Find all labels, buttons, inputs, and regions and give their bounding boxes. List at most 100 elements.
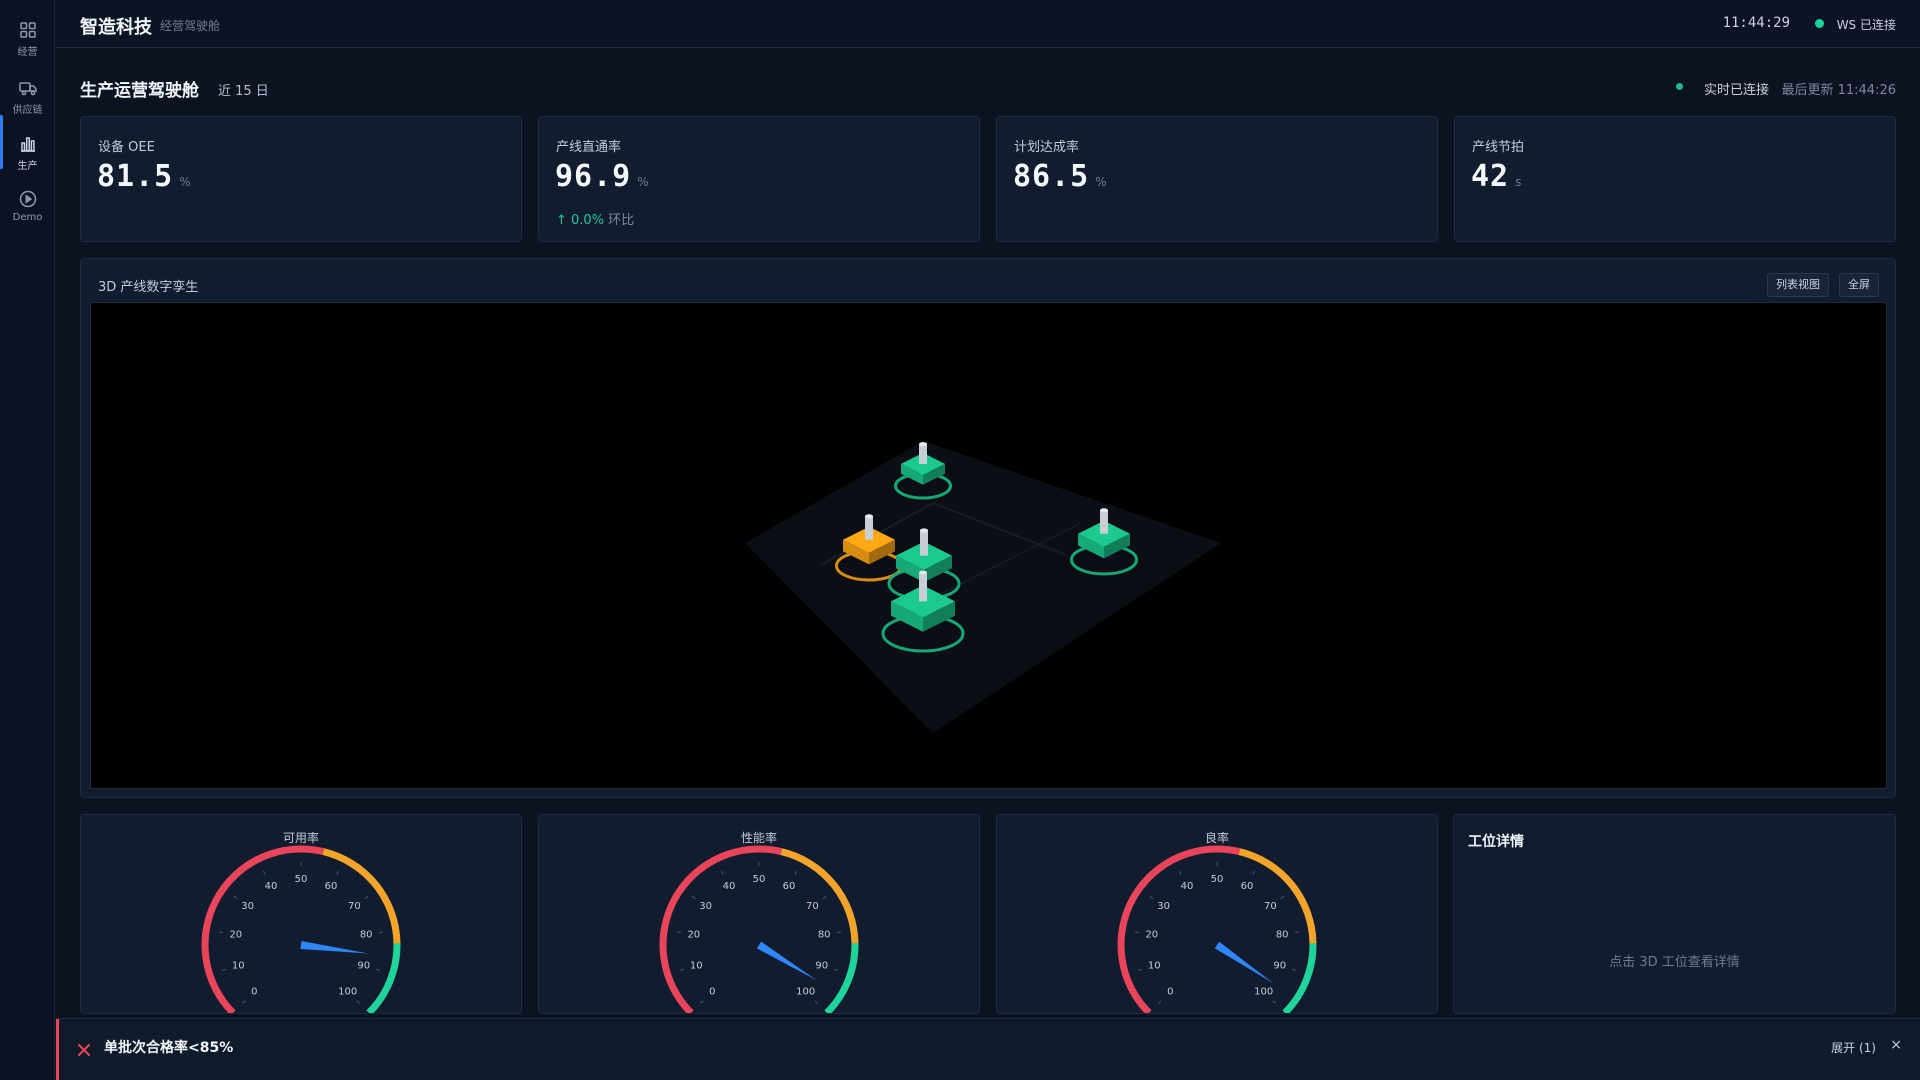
gauge-tick-label: 30 xyxy=(699,901,712,912)
gauge-tick-label: 10 xyxy=(1148,960,1161,971)
station-pillar-top xyxy=(919,570,927,575)
gauge-tick-label: 0 xyxy=(251,987,257,998)
gauge-tick xyxy=(1252,870,1256,875)
gauge-tick xyxy=(262,870,266,875)
gauge-tick xyxy=(1291,968,1297,972)
gauge-tick-label: 20 xyxy=(687,930,700,941)
gauge-tick-label: 70 xyxy=(1264,901,1277,912)
kpi-value: 96.9% xyxy=(555,159,649,194)
sidebar: 经营 供应链 生产 Demo xyxy=(0,0,55,1080)
gauge-pointer xyxy=(1214,941,1274,984)
gauge-tick xyxy=(364,895,369,899)
gauge-tick-label: 100 xyxy=(1254,987,1273,998)
kpi-value: 86.5% xyxy=(1013,159,1107,194)
gauge-tick-label: 20 xyxy=(229,930,242,941)
ws-status-text: WS 已连接 xyxy=(1836,18,1896,32)
gauge-tick-label: 90 xyxy=(1273,960,1286,971)
list-view-button[interactable]: 列表视图 xyxy=(1767,273,1829,297)
gauge-tick-label: 70 xyxy=(348,901,361,912)
alert-bar: 单批次合格率<85% 展开 (1) × xyxy=(56,1018,1920,1080)
gauge-tick-label: 0 xyxy=(709,987,715,998)
station-pillar xyxy=(865,516,873,540)
gauge-tick-label: 60 xyxy=(1241,881,1254,892)
gauge-tick-label: 10 xyxy=(690,960,703,971)
station-detail-panel: 工位详情 点击 3D 工位查看详情 xyxy=(1453,814,1896,1014)
gauge-tick-label: 40 xyxy=(265,881,278,892)
sidebar-item-demo[interactable]: Demo xyxy=(0,189,55,245)
station-pillar-top xyxy=(920,528,928,533)
kpi-delta: ↑ 0.0% 环比 xyxy=(556,213,635,228)
gauge-tick-label: 40 xyxy=(723,881,736,892)
gauge-tick-label: 30 xyxy=(241,901,254,912)
gauge-title: 性能率 xyxy=(740,831,777,845)
realtime-status-text: 实时已连接 xyxy=(1703,83,1769,98)
alert-expand-button[interactable]: 展开 (1) xyxy=(1831,1039,1876,1056)
gauge-tick-label: 20 xyxy=(1145,930,1158,941)
gauge-dial: 0 10 20 30 40 50 60 70 80 90 100 xyxy=(201,845,401,1013)
bar-chart-icon xyxy=(20,137,35,152)
alert-message: 单批次合格率<85% xyxy=(104,1040,234,1056)
gauge-tick xyxy=(720,870,724,875)
gauge-card-availability: 可用率 0 10 20 30 40 50 60 70 80 90 100 xyxy=(80,814,522,1014)
gauge-dial: 0 10 20 30 40 50 60 70 80 90 100 xyxy=(659,845,859,1013)
gauge-tick xyxy=(699,1000,704,1005)
gauge-tick xyxy=(356,1000,361,1005)
3d-scene xyxy=(745,441,1221,733)
brand-title: 智造科技 xyxy=(80,17,152,38)
kpi-card-oee: 设备 OEE 81.5% xyxy=(80,116,522,242)
gauge-tick xyxy=(378,931,384,934)
gauge-tick xyxy=(218,931,224,934)
gauge-tick xyxy=(336,870,340,875)
gauge-tick xyxy=(1178,870,1182,875)
gauge-tick-label: 60 xyxy=(325,881,338,892)
gauge-tick-label: 90 xyxy=(357,960,370,971)
alert-accent xyxy=(56,1019,59,1080)
station-pillar xyxy=(920,530,928,556)
gauge-tick xyxy=(241,1000,246,1005)
kpi-label: 计划达成率 xyxy=(1014,140,1080,155)
kpi-value: 42 s xyxy=(1471,159,1522,194)
sidebar-item-business[interactable]: 经营 xyxy=(0,20,55,76)
gauge-tick-label: 80 xyxy=(1276,930,1289,941)
sidebar-item-label: 生产 xyxy=(17,161,38,172)
ws-status-dot xyxy=(1815,19,1824,28)
station-pillar-top xyxy=(919,442,927,447)
station-pillar-top xyxy=(1100,508,1108,513)
gauge-tick xyxy=(833,968,839,972)
header-clock: 11:44:29 xyxy=(1722,15,1790,31)
fullscreen-button[interactable]: 全屏 xyxy=(1839,273,1879,297)
gauge-tick xyxy=(1294,931,1300,934)
gauge-card-quality: 良率 0 10 20 30 40 50 60 70 80 90 100 xyxy=(996,814,1438,1014)
digital-twin-panel: 3D 产线数字孪生 列表视图 全屏 xyxy=(80,258,1896,798)
station-pillar xyxy=(919,572,927,602)
kpi-card-takt-time: 产线节拍 42 s xyxy=(1454,116,1896,242)
gauge-tick xyxy=(679,968,685,972)
error-x-icon xyxy=(78,1044,90,1056)
3d-viewport[interactable] xyxy=(90,302,1887,789)
gauge-pointer xyxy=(756,941,817,981)
kpi-unit: % xyxy=(1095,175,1107,189)
station-pillar xyxy=(919,444,927,464)
sidebar-item-production[interactable]: 生产 xyxy=(0,134,55,190)
brand-subtitle: 经营驾驶舱 xyxy=(160,19,221,33)
alert-close-button[interactable]: × xyxy=(1890,1037,1902,1053)
gauge-tick-label: 60 xyxy=(783,881,796,892)
date-range-label[interactable]: 近 15 日 xyxy=(218,80,269,99)
gauge-card-performance: 性能率 0 10 20 30 40 50 60 70 80 90 100 xyxy=(538,814,980,1014)
truck-icon xyxy=(18,82,37,96)
gauge-title: 良率 xyxy=(1204,831,1229,845)
kpi-unit: s xyxy=(1515,175,1522,189)
gauge-tick xyxy=(1280,895,1285,899)
gauge-tick-label: 50 xyxy=(1211,874,1224,885)
floor-plane xyxy=(745,441,1221,733)
gauge-tick-label: 30 xyxy=(1157,901,1170,912)
sidebar-item-supply-chain[interactable]: 供应链 xyxy=(0,78,55,134)
gauge-tick-label: 70 xyxy=(806,901,819,912)
gauge-tick-label: 90 xyxy=(815,960,828,971)
gauge-tick xyxy=(676,931,682,934)
realtime-status-dot xyxy=(1676,83,1683,90)
gauge-tick xyxy=(794,870,798,875)
sidebar-item-label: 供应链 xyxy=(12,105,43,116)
gauge-tick xyxy=(221,968,227,972)
kpi-unit: % xyxy=(637,175,649,189)
